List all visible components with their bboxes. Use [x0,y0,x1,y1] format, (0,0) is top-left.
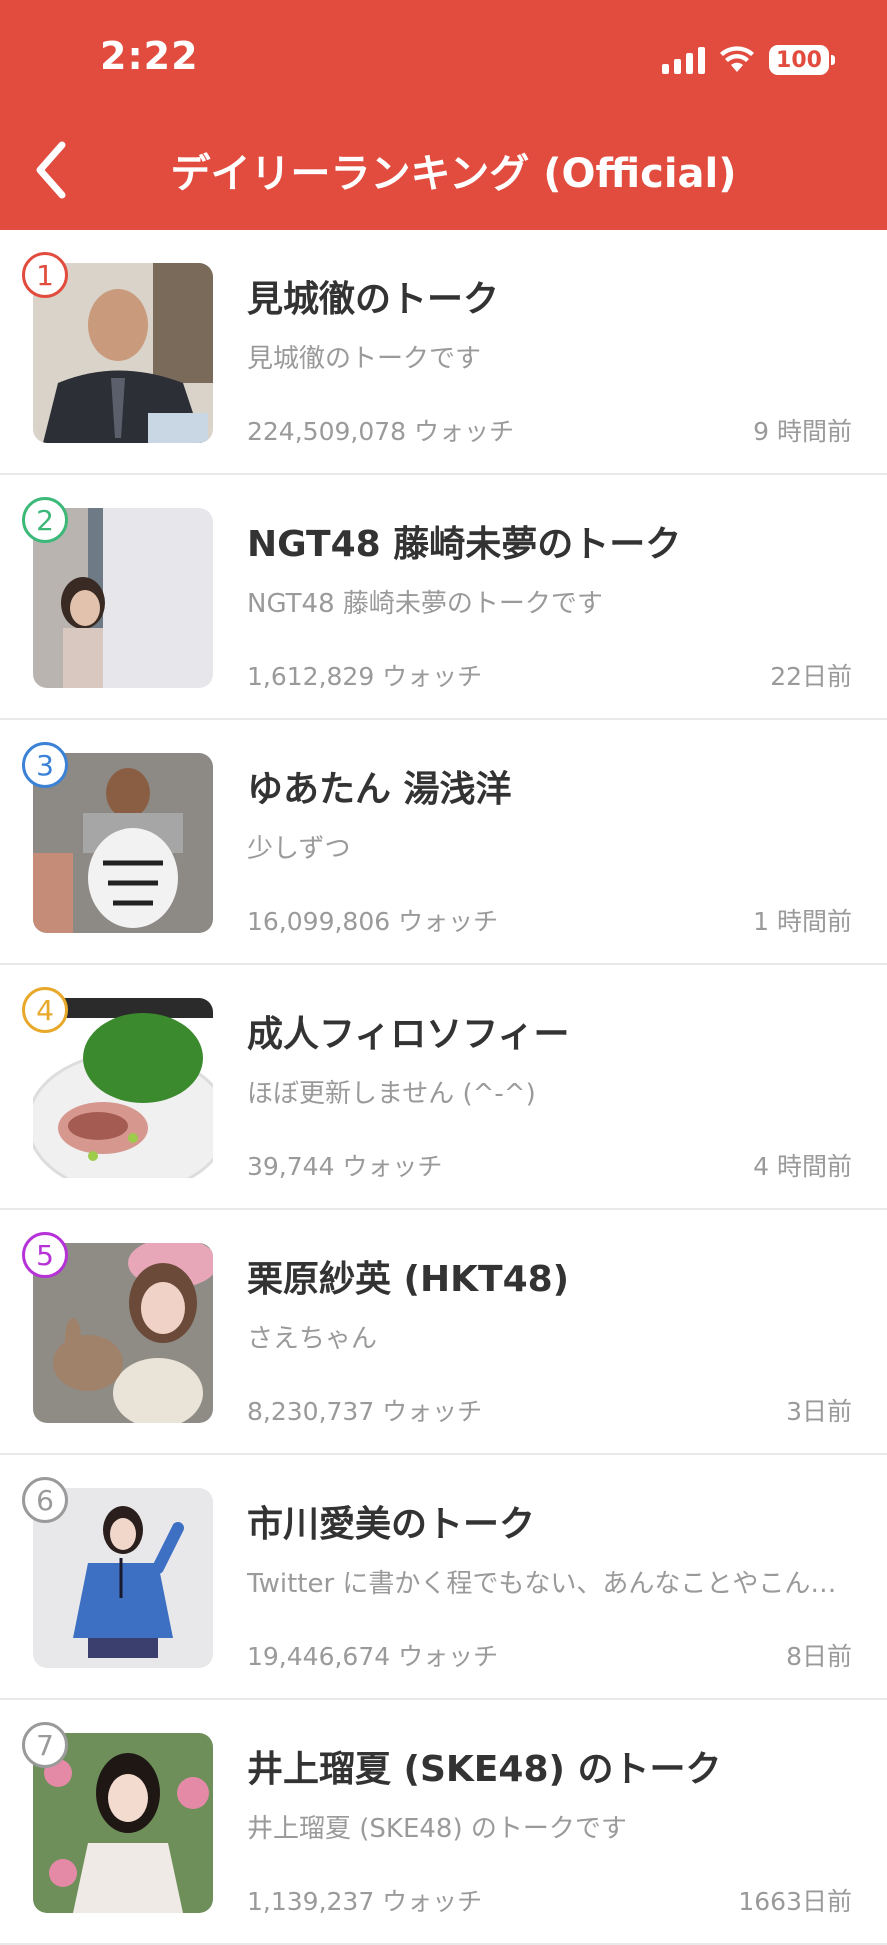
item-description: NGT48 藤崎未夢のトークです [247,589,603,619]
item-description: 井上瑠夏 (SKE48) のトークです [247,1814,627,1844]
updated-time: 8日前 [786,1642,852,1671]
updated-time: 1 時間前 [753,907,852,936]
ranking-item[interactable]: 7 井上瑠夏 (SKE48) のトーク 井上瑠夏 (SKE48) のトークです … [0,1700,887,1945]
rank-badge: 6 [22,1477,68,1523]
ranking-list: 1 見城徹のトーク 見城徹のトークです 224,509,078 ウォッチ 9 時… [0,230,887,1945]
item-title: NGT48 藤崎未夢のトーク [247,524,682,565]
updated-time: 22日前 [770,662,852,691]
page-title: デイリーランキング (Official) [170,151,737,197]
cellular-signal-icon [662,46,705,74]
status-icons: 100 [662,40,835,80]
ranking-item[interactable]: 1 見城徹のトーク 見城徹のトークです 224,509,078 ウォッチ 9 時… [0,230,887,475]
item-title: 栗原紗英 (HKT48) [247,1259,570,1300]
item-title: 市川愛美のトーク [247,1504,536,1545]
battery-icon: 100 [769,45,835,75]
ranking-item[interactable]: 6 市川愛美のトーク Twitter に書かく程でもない、あんなことやこんなこと… [0,1455,887,1700]
watch-count: 224,509,078 ウォッチ [247,417,514,446]
item-title: 見城徹のトーク [247,279,500,320]
rank-badge: 7 [22,1722,68,1768]
ranking-item[interactable]: 3 ゆあたん 湯浅洋 少しずつ 16,099,806 ウォッチ 1 時間前 [0,720,887,965]
updated-time: 1663日前 [738,1887,852,1916]
item-description: ほぼ更新しません (^-^) [247,1079,536,1109]
ranking-item[interactable]: 4 成人フィロソフィー ほぼ更新しません (^-^) 39,744 ウォッチ 4… [0,965,887,1210]
item-title: ゆあたん 湯浅洋 [247,769,512,810]
item-description: 見城徹のトークです [247,344,482,374]
updated-time: 3日前 [786,1397,852,1426]
watch-count: 19,446,674 ウォッチ [247,1642,499,1671]
item-description: さえちゃん [247,1324,378,1354]
ranking-item[interactable]: 5 栗原紗英 (HKT48) さえちゃん 8,230,737 ウォッチ 3日前 [0,1210,887,1455]
item-title: 井上瑠夏 (SKE48) のトーク [247,1749,722,1790]
rank-badge: 3 [22,742,68,788]
watch-count: 16,099,806 ウォッチ [247,907,499,936]
watch-count: 8,230,737 ウォッチ [247,1397,483,1426]
item-description: 少しずつ [247,834,351,864]
watch-count: 39,744 ウォッチ [247,1152,443,1181]
ranking-item[interactable]: 2 NGT48 藤崎未夢のトーク NGT48 藤崎未夢のトークです 1,612,… [0,475,887,720]
updated-time: 4 時間前 [753,1152,852,1181]
rank-badge: 2 [22,497,68,543]
status-time: 2:22 [100,34,199,78]
rank-badge: 1 [22,252,68,298]
updated-time: 9 時間前 [753,417,852,446]
wifi-icon [720,46,754,72]
item-title: 成人フィロソフィー [247,1014,570,1055]
app-header: 2:22 100 デイリーランキング (Official) [0,0,887,230]
rank-badge: 4 [22,987,68,1033]
watch-count: 1,139,237 ウォッチ [247,1887,483,1916]
item-description: Twitter に書かく程でもない、あんなことやこんなこと… [247,1569,847,1599]
rank-badge: 5 [22,1232,68,1278]
watch-count: 1,612,829 ウォッチ [247,662,483,691]
